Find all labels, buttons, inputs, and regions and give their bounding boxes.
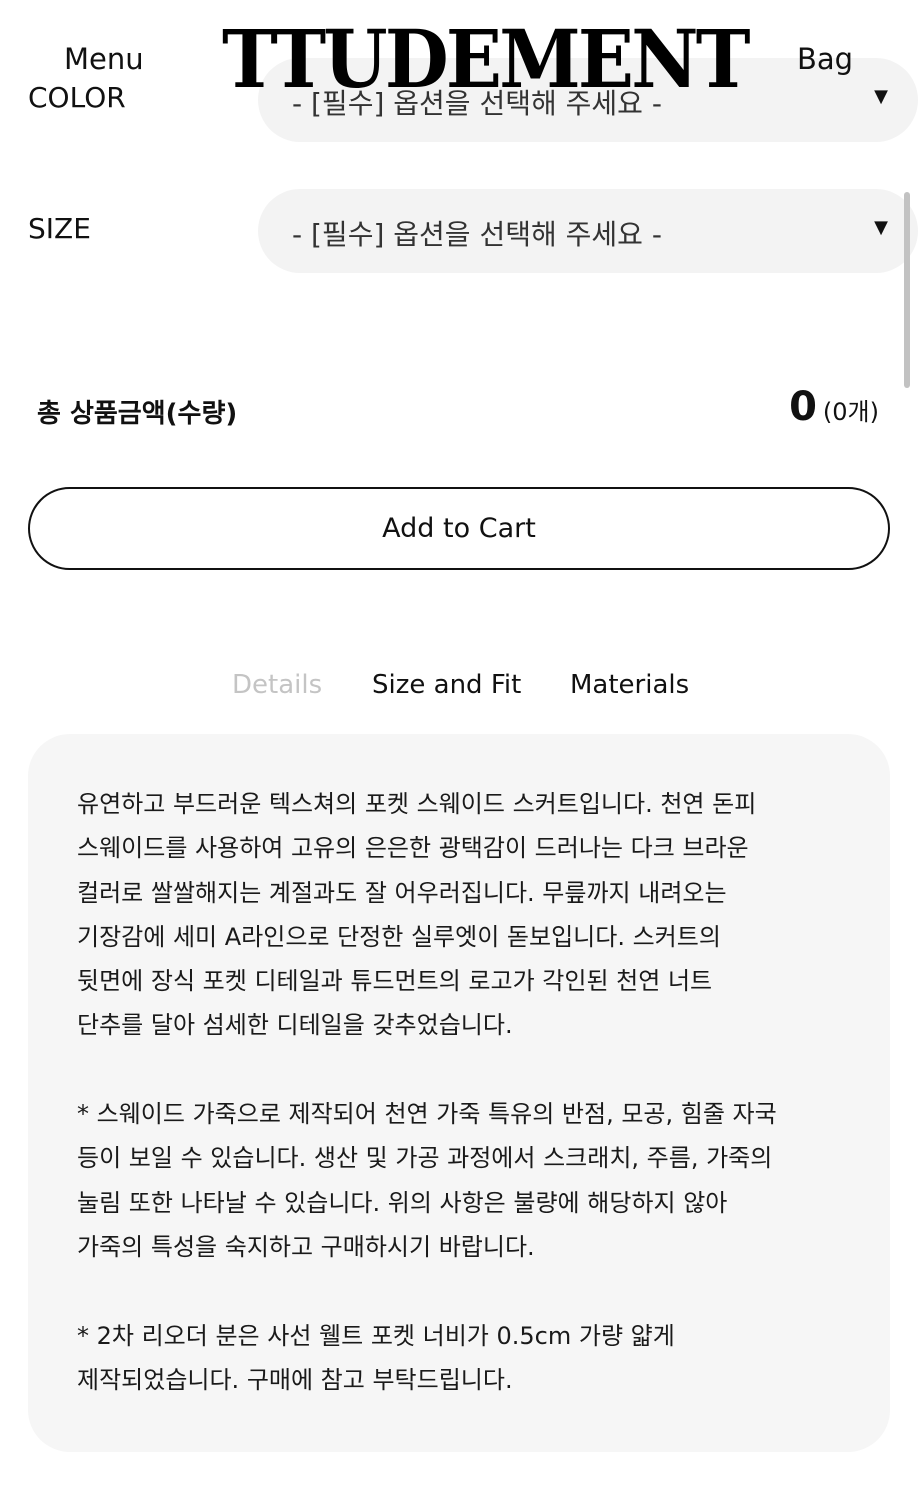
caret-down-icon: ▼ <box>874 217 888 238</box>
details-paragraph-leather-notice: * 스웨이드 가죽으로 제작되어 천연 가죽 특유의 반점, 모공, 힘줄 자국… <box>77 1100 777 1261</box>
size-select-placeholder: - [필수] 옵션을 선택해 주세요 - <box>292 218 662 251</box>
details-paragraph-reorder-notice: * 2차 리오더 분은 사선 웰트 포켓 너비가 0.5cm 가량 얇게 제작되… <box>77 1322 675 1395</box>
product-options-page: COLOR - [필수] 옵션을 선택해 주세요 - ▼ Menu TTUDEM… <box>0 0 919 1500</box>
add-to-cart-button[interactable]: Add to Cart <box>28 487 890 570</box>
menu-button[interactable]: Menu <box>64 42 144 76</box>
tab-details[interactable]: Details <box>232 670 322 700</box>
size-option-label: SIZE <box>28 212 91 245</box>
brand-logo[interactable]: TTUDEMENT <box>222 14 751 104</box>
total-price-value: 0 (0개) <box>789 384 879 430</box>
tab-size-and-fit[interactable]: Size and Fit <box>372 670 521 700</box>
scrollbar-thumb[interactable] <box>904 192 910 388</box>
color-option-label: COLOR <box>28 81 126 114</box>
tab-materials[interactable]: Materials <box>570 670 689 700</box>
details-panel: 유연하고 부드러운 텍스쳐의 포켓 스웨이드 스커트입니다. 천연 돈피 스웨이… <box>28 734 890 1452</box>
total-amount: 0 <box>789 384 817 430</box>
total-price-label: 총 상품금액(수량) <box>37 399 238 429</box>
total-quantity: (0개) <box>822 398 879 426</box>
caret-down-icon: ▼ <box>874 86 888 107</box>
details-paragraph-description: 유연하고 부드러운 텍스쳐의 포켓 스웨이드 스커트입니다. 천연 돈피 스웨이… <box>77 790 757 1040</box>
size-select[interactable]: - [필수] 옵션을 선택해 주세요 - ▼ <box>258 189 918 273</box>
bag-button[interactable]: Bag <box>797 42 853 76</box>
